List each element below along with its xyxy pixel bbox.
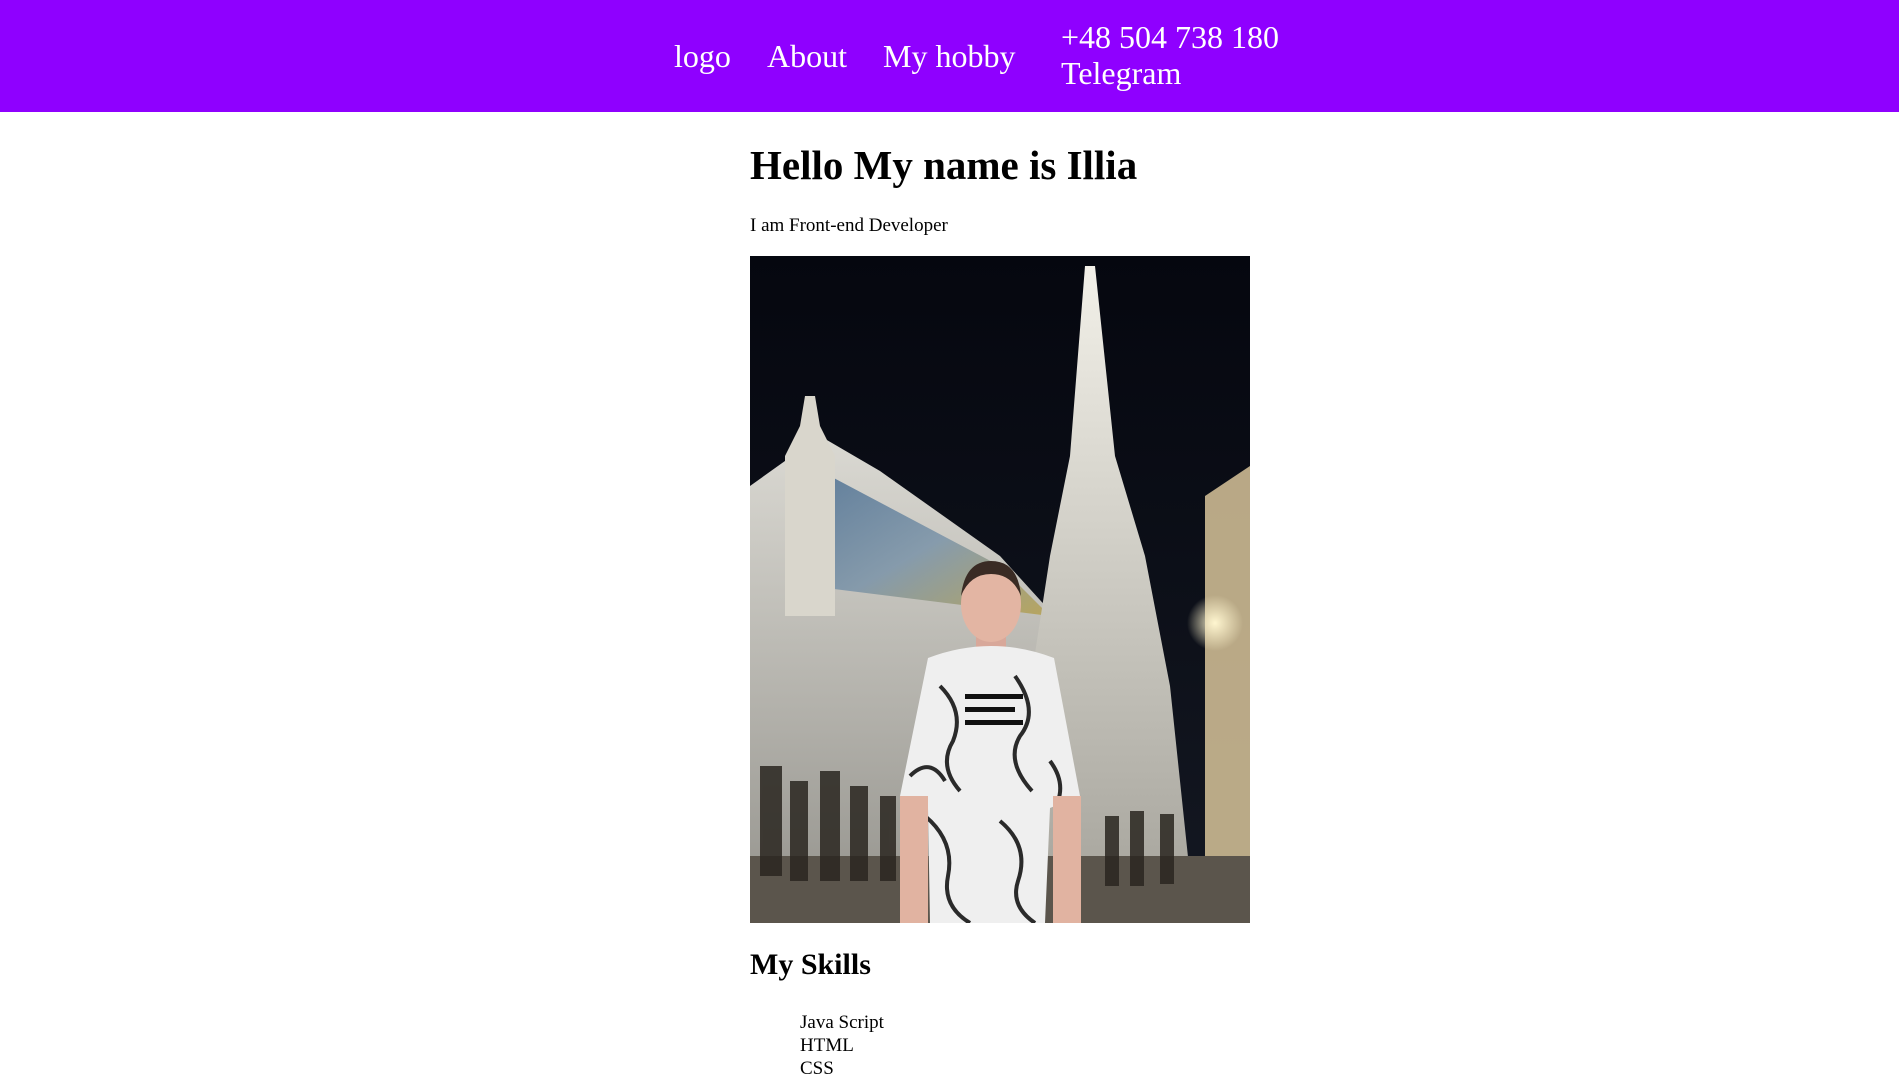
nav-hobby-link[interactable]: My hobby [883, 38, 1015, 74]
portrait-photo [750, 256, 1250, 923]
top-navbar: logo About My hobby +48 504 738 180 Tele… [0, 0, 1899, 112]
nav-contacts: +48 504 738 180 Telegram [1061, 19, 1279, 91]
skills-title: My Skills [750, 948, 871, 981]
phone-number: +48 504 738 180 [1061, 19, 1280, 55]
skill-item-css: CSS [800, 1058, 834, 1079]
skills-list: Java Script HTML CSS [800, 1011, 884, 1080]
nav-logo-link[interactable]: logo [674, 38, 731, 74]
page-title: Hello My name is Illia [750, 142, 1138, 188]
photo-illustration [750, 256, 1250, 923]
telegram-link[interactable]: Telegram [1061, 55, 1279, 91]
skill-item-html: HTML [800, 1035, 854, 1056]
skill-item-javascript: Java Script [800, 1012, 884, 1033]
page-subtitle: I am Front-end Developer [750, 215, 948, 236]
nav-about-link[interactable]: About [767, 38, 847, 74]
